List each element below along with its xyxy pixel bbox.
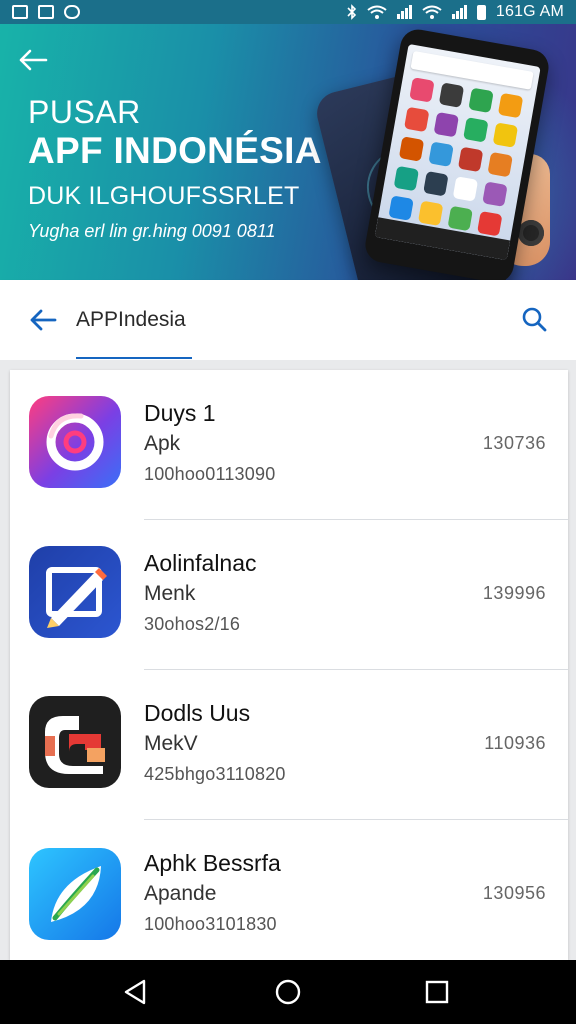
app-list-item[interactable]: Aolinfalnac Menk 30ohos2/16 139996 [10, 520, 568, 670]
image-icon [12, 5, 28, 19]
hero-banner: PUSAR APF INDONÉSIA DUK ILGHOUFSSRLET Yu… [0, 24, 576, 280]
app-name: Aolinfalnac [144, 550, 257, 576]
app-list-item[interactable]: Dodls Uus MekV 425bhgo3110820 110936 [10, 670, 568, 820]
app-type: MekV [144, 732, 198, 755]
navigation-bar [0, 960, 576, 1024]
ring-logo-icon [29, 396, 121, 488]
leaf-icon [29, 848, 121, 940]
wifi-icon [367, 5, 387, 19]
status-time: 161G AM [495, 3, 564, 20]
square-recents-icon[interactable] [421, 976, 453, 1008]
hero-note: Yugha erl lin gr.hing 0091 0811 [28, 221, 276, 241]
app-list: Duys 1 Apk 100hoo0113090 130736 Aolinfal… [10, 370, 568, 960]
app-name: Aphk Bessrfa [144, 850, 281, 876]
app-code: 100hoo0113090 [144, 464, 276, 484]
search-input-underline [76, 357, 192, 359]
app-list-item[interactable]: Aphk Bessrfa Apande 100hoo3101830 130956 [10, 820, 568, 960]
status-bar: 161G AM [0, 0, 576, 24]
abstract-shape-icon [29, 696, 121, 788]
triangle-back-icon[interactable] [120, 976, 152, 1008]
app-number: 110936 [484, 733, 546, 753]
hero-subtitle: DUK ILGHOUFSSRLET [28, 182, 300, 210]
app-type: Apande [144, 882, 217, 905]
search-icon[interactable] [520, 306, 548, 334]
app-code: 425bhgo3110820 [144, 764, 286, 784]
app-number: 139996 [482, 583, 546, 603]
signal-icon [451, 5, 467, 19]
signal-icon [396, 5, 412, 19]
app-number: 130736 [482, 433, 546, 453]
hero-title-line1: PUSAR [28, 94, 141, 130]
pencil-edit-icon [29, 546, 121, 638]
app-name: Dodls Uus [144, 700, 251, 726]
video-icon [38, 5, 54, 19]
app-type: Apk [144, 432, 181, 455]
battery-icon [476, 4, 486, 20]
circle-home-icon[interactable] [272, 976, 304, 1008]
bluetooth-icon [347, 4, 357, 20]
arrow-left-icon[interactable] [28, 306, 58, 334]
earbud-illustration [518, 220, 544, 246]
app-name: Duys 1 [144, 400, 216, 426]
arrow-left-icon[interactable] [16, 46, 50, 74]
app-number: 130956 [482, 883, 546, 903]
search-bar: APPIndesia [0, 280, 576, 360]
app-type: Menk [144, 582, 196, 605]
hero-title-line2: APF INDONÉSIA [28, 130, 322, 171]
wifi-icon [422, 5, 442, 19]
messenger-icon [64, 5, 80, 19]
app-code: 30ohos2/16 [144, 614, 241, 634]
app-code: 100hoo3101830 [144, 914, 277, 934]
search-input[interactable]: APPIndesia [76, 308, 186, 332]
app-list-item[interactable]: Duys 1 Apk 100hoo0113090 130736 [10, 370, 568, 520]
